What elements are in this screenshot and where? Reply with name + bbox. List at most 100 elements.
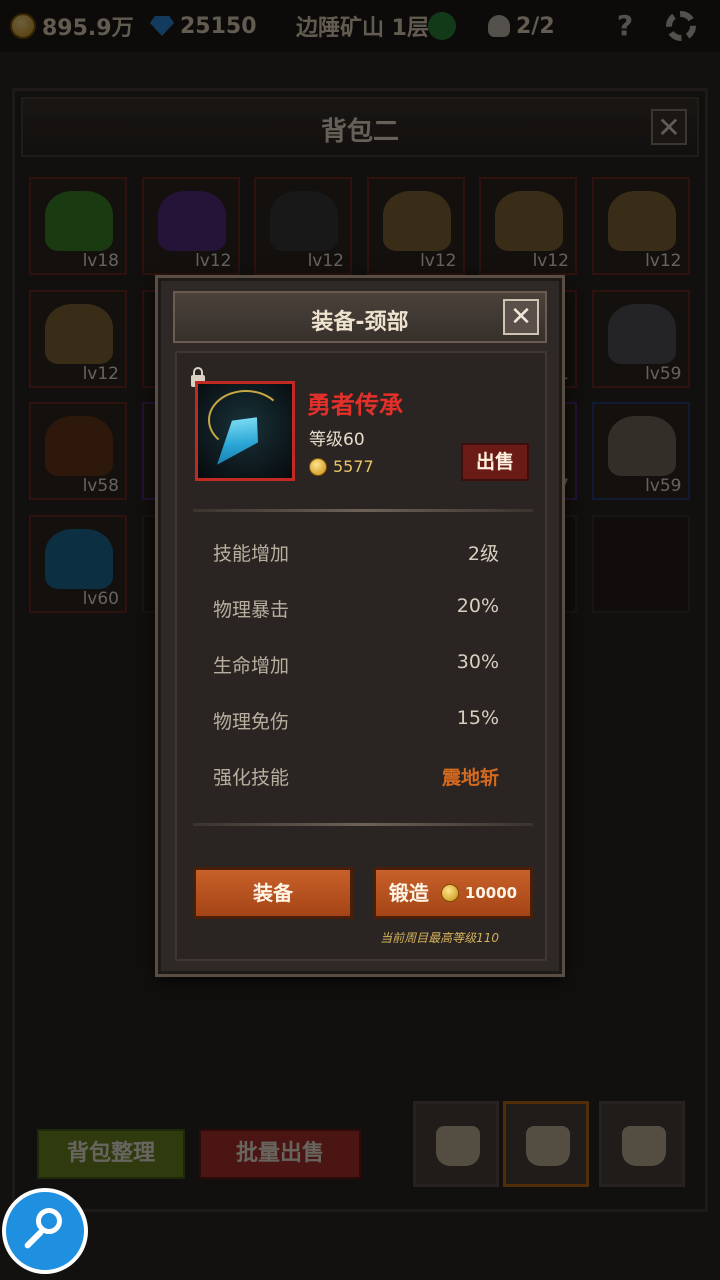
coin-icon — [309, 457, 327, 476]
slot-level: lv60 — [82, 588, 119, 609]
skull-icon — [488, 15, 510, 37]
dialog-close-button[interactable]: ✕ — [503, 299, 539, 335]
slot-level: lv58 — [82, 476, 119, 496]
dark-necklace-icon — [270, 191, 338, 251]
slot-level: lv12 — [307, 251, 344, 271]
stat-row: 技能增加 2级 — [213, 539, 499, 569]
slot-level: lv59 — [645, 476, 682, 496]
inventory-slot[interactable]: lv59 — [591, 402, 690, 500]
bag-title-bar: 背包二 ✕ — [21, 97, 699, 157]
bronze-helmet-icon — [495, 191, 563, 251]
slot-level: lv12 — [645, 251, 682, 271]
coin-icon — [440, 884, 459, 902]
forge-cost: 10000 — [440, 870, 518, 916]
enhanced-skill-value: 震地斩 — [441, 767, 499, 789]
leather-necklace-icon — [45, 416, 113, 476]
inventory-slot[interactable]: lv58 — [29, 402, 127, 500]
bag-tab-1[interactable] — [413, 1101, 499, 1187]
max-level-hint: 当前周目最高等级110 — [380, 931, 499, 945]
sell-button[interactable]: 出售 — [461, 443, 529, 481]
bronze-helmet-icon — [607, 191, 676, 251]
location-text: 边陲矿山 1层 — [296, 16, 429, 41]
gem-icon — [150, 16, 174, 36]
item-price-value: 5577 — [333, 457, 374, 476]
blue-pendant-icon — [45, 528, 113, 589]
forge-label: 锻造 — [388, 881, 429, 905]
slot-level: lv12 — [420, 251, 457, 271]
inventory-slot[interactable]: lv12 — [29, 289, 127, 388]
kill-count: 2/2 — [516, 13, 555, 39]
forge-button-content: 锻造 10000 — [376, 870, 530, 916]
magnifier-handle — [23, 1228, 45, 1250]
slot-level: lv12 — [82, 363, 119, 384]
backpack-icon — [436, 1126, 480, 1166]
bronze-helmet-icon — [382, 191, 451, 251]
stat-row: 物理免伤 15% — [213, 707, 499, 737]
stat-label: 技能增加 — [213, 543, 290, 565]
stat-label: 物理暴击 — [213, 599, 290, 621]
gear-icon — [666, 11, 696, 41]
purple-amulet-icon — [157, 191, 226, 251]
stat-label: 物理免伤 — [213, 711, 290, 733]
stat-value: 15% — [456, 707, 499, 729]
bag-tab-3[interactable] — [599, 1101, 685, 1187]
green-cloak-icon — [45, 191, 113, 251]
slot-level: lv12 — [195, 251, 232, 271]
stat-value: 30% — [456, 651, 499, 673]
help-button[interactable]: ? — [610, 10, 640, 42]
batch-sell-button[interactable]: 批量出售 — [199, 1129, 361, 1179]
inventory-slot[interactable]: lv12 — [366, 177, 465, 275]
forge-button[interactable]: 锻造 10000 — [373, 867, 533, 919]
equipment-dialog: 装备-颈部 ✕ 勇者传承 等级60 5577 出售 技能增加 2级 物理暴击 2… — [158, 278, 562, 974]
location-label: 边陲矿山 1层 — [296, 10, 429, 42]
stat-label: 生命增加 — [213, 655, 290, 677]
inventory-slot[interactable]: lv12 — [254, 177, 352, 275]
inventory-slot[interactable]: lv12 — [479, 177, 577, 275]
kill-counter: 2/2 — [488, 10, 555, 42]
stat-value: 20% — [456, 595, 499, 617]
inventory-slot[interactable]: lv12 — [591, 177, 690, 275]
bag-close-button[interactable]: ✕ — [651, 109, 687, 145]
stone-shield-icon — [607, 416, 676, 476]
gem-counter: 25150 — [150, 10, 257, 42]
divider — [193, 509, 533, 512]
item-name: 勇者传承 — [307, 391, 403, 419]
slot-level: lv59 — [645, 363, 682, 384]
top-bar: 895.9万 25150 边陲矿山 1层 2/2 ? — [0, 0, 720, 52]
equip-button[interactable]: 装备 — [193, 867, 353, 919]
inventory-slot[interactable]: lv12 — [141, 177, 240, 275]
gold-amount: 895.9万 — [42, 16, 134, 41]
stat-label: 强化技能 — [213, 767, 290, 789]
settings-button[interactable] — [666, 10, 696, 42]
item-portrait — [195, 381, 295, 481]
gold-counter: 895.9万 — [10, 10, 134, 42]
question-mark-icon: ? — [616, 9, 634, 42]
stat-value: 2级 — [467, 543, 499, 565]
stat-row: 物理暴击 20% — [213, 595, 499, 625]
steel-armor-icon — [607, 303, 676, 364]
inventory-slot[interactable]: lv18 — [29, 177, 127, 275]
divider — [193, 823, 533, 826]
sort-bag-button[interactable]: 背包整理 — [37, 1129, 185, 1179]
inventory-slot[interactable]: lv60 — [29, 514, 127, 613]
empty-slot[interactable] — [591, 514, 690, 613]
gem-amount: 25150 — [180, 13, 257, 39]
bag-title: 背包二 — [320, 117, 399, 147]
slot-level: lv12 — [532, 251, 569, 271]
search-floating-button[interactable] — [2, 1188, 88, 1274]
status-indicator — [428, 10, 456, 42]
backpack-icon — [622, 1126, 666, 1166]
stat-row: 生命增加 30% — [213, 651, 499, 681]
item-price: 5577 — [309, 457, 374, 476]
backpack-icon — [526, 1126, 570, 1166]
dialog-title: 装备-颈部 — [311, 310, 409, 335]
inventory-slot[interactable]: lv59 — [591, 289, 690, 388]
forge-cost-value: 10000 — [464, 884, 518, 902]
gold-coin-icon — [10, 13, 36, 39]
slot-level: lv18 — [82, 251, 119, 271]
item-level: 等级60 — [309, 430, 365, 450]
green-orb-icon — [428, 12, 456, 40]
bag-tab-2[interactable] — [503, 1101, 589, 1187]
dialog-header: 装备-颈部 ✕ — [173, 291, 547, 343]
stat-row: 强化技能 震地斩 — [213, 763, 499, 793]
